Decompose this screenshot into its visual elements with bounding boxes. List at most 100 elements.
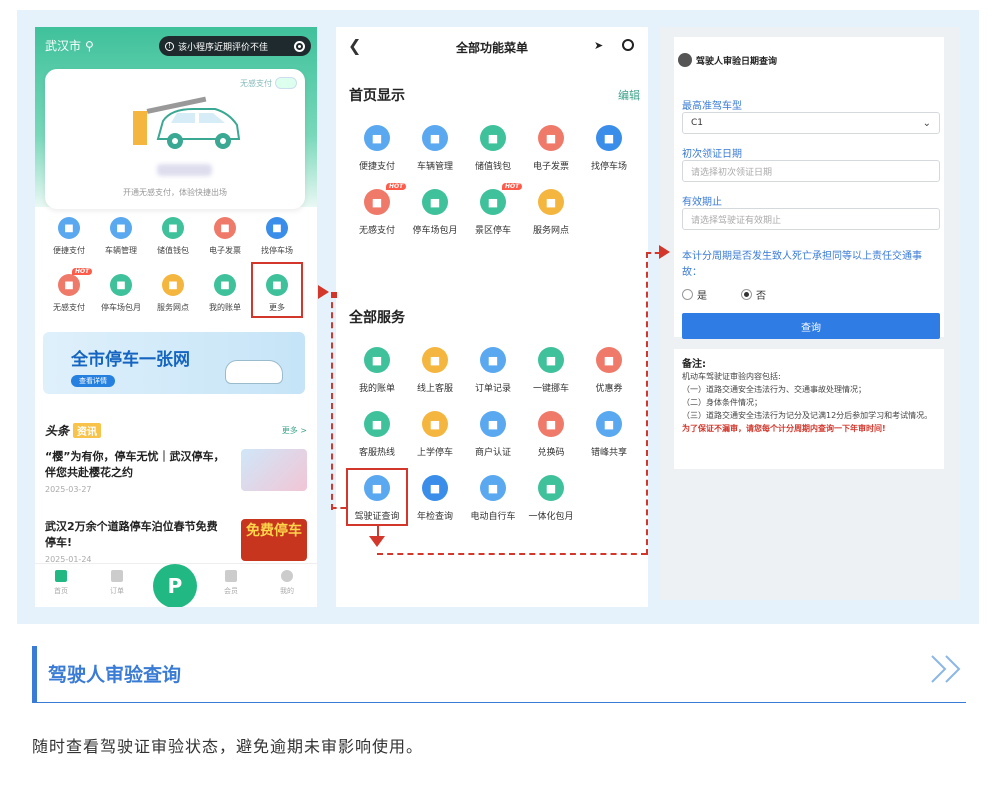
news-header: 头条 资讯 更多 > [45,422,307,439]
menu-item[interactable]: ■ 客服热线 [348,411,406,475]
car-icon: ■ [110,217,132,239]
radio-label: 是 [697,291,707,302]
select-value: C1 [691,118,704,128]
menu-item[interactable]: ■ 我的账单 [348,347,406,411]
plate-blur [157,164,212,176]
phone-icon: ■ [364,411,390,437]
arrow-right-icon [659,245,670,259]
tab-orders[interactable]: 订单 [97,570,137,596]
menu-item[interactable]: ■ HOT 无感支付 [43,268,95,313]
query-form: 驾驶人审验日期查询 最高准驾车型 C1 ⌄ 初次领证日期 请选择初次领证日期 有… [674,37,944,339]
nonsense-pay-toggle[interactable]: 无感支付 [240,77,297,89]
notice-text: 该小程序近期评价不佳 [178,42,269,53]
invoice-icon: ■ [538,125,564,151]
menu-item[interactable]: ■ 电子发票 [522,125,580,189]
bike-icon: ■ [480,475,506,501]
tab-label: 会员 [224,587,238,595]
parking-center-button[interactable]: P [153,564,197,607]
connector-line [377,553,647,555]
notes-line: （二）身体条件情况； [682,398,762,407]
news-title: 武汉2万余个道路停车泊位春节免费停车! [45,520,218,549]
hot-badge: HOT [502,183,523,190]
menu-item[interactable]: ■ 上学停车 [406,411,464,475]
menu-item[interactable]: ■ 订单记录 [464,347,522,411]
city-selector[interactable]: 武汉市 ⚲ [45,37,94,54]
menu-item[interactable]: ■ 车辆管理 [406,125,464,189]
first-date-field[interactable]: 请选择初次领证日期 [682,160,940,182]
menu-item-label: 兑换码 [537,448,565,458]
news-item[interactable]: “樱”为有你，停车无忧｜武汉停车，伴您共赴樱花之约 2025-03-27 [45,449,307,494]
menu-item[interactable]: ■ 停车场包月 [95,274,147,313]
radio-circle [682,289,693,300]
menu-item-label: 无感支付 [358,226,395,236]
tab-member[interactable]: 会员 [211,570,251,596]
tab-label: 首页 [54,587,68,595]
connector-line [331,507,346,509]
connector-line [377,526,379,538]
valid-date-field[interactable]: 请选择驾驶证有效期止 [682,208,940,230]
menu-item[interactable]: ■ HOT 景区停车 [464,183,523,253]
menu-item[interactable]: ■ 年检查询 [406,475,464,539]
menu-item[interactable]: ■ 商户认证 [464,411,522,475]
menu-item[interactable]: ■ HOT 无感支付 [348,183,407,253]
news-tag: 资讯 [73,423,102,438]
license-type-select[interactable]: C1 ⌄ [682,112,940,134]
menu-item-label: 年检查询 [416,512,453,522]
banner-button[interactable]: 查看详情 [71,375,115,387]
menu-item[interactable]: ■ 我的账单 [199,274,251,313]
menu-item[interactable]: ■ 优惠券 [580,347,638,411]
menu-item[interactable]: ■ 电子发票 [199,217,251,256]
tab-home[interactable]: 首页 [41,570,81,596]
radio-no[interactable]: 否 [741,287,766,302]
police-emblem-icon [678,53,692,67]
notes-title: 备注: [682,359,706,370]
record-icon[interactable] [294,40,305,52]
menu-item[interactable]: ■ 一体化包月 [522,475,580,539]
coupon-icon: ■ [596,347,622,373]
menu-item[interactable]: ■ 兑换码 [522,411,580,475]
news-more-link[interactable]: 更多 > [282,425,307,436]
menu-item[interactable]: ■ 服务网点 [522,189,580,253]
radio-label: 否 [756,291,766,302]
menu-item[interactable]: ■ 线上客服 [406,347,464,411]
car-card[interactable]: 无感支付 开通无感支付，体验快捷出场 [45,69,305,209]
tab-mine[interactable]: 我的 [267,570,307,596]
menu-item[interactable]: ■ 车辆管理 [95,217,147,256]
navigate-icon[interactable]: ➤ [594,39,603,52]
menu-item[interactable]: ■ 一键挪车 [522,347,580,411]
promo-banner[interactable]: 全市停车一张网 查看详情 [43,332,305,394]
package-icon: ■ [538,475,564,501]
parking-icon: ■ [596,125,622,151]
toggle-switch[interactable] [275,77,297,89]
code-icon: ■ [538,411,564,437]
thumbnail-text: 免费停车 [246,523,302,539]
home-icon [55,570,67,582]
radio-yes[interactable]: 是 [682,287,707,302]
record-icon[interactable] [622,39,634,51]
menu-item[interactable]: ■ 储值钱包 [464,125,522,189]
menu-item[interactable]: ■ 便捷支付 [43,217,95,256]
menu-item[interactable]: ■ 储值钱包 [147,217,199,256]
menu-item[interactable]: ■ 服务网点 [147,274,199,313]
city-label: 武汉市 [45,39,82,53]
news-item[interactable]: 武汉2万余个道路停车泊位春节免费停车! 2025-01-24 免费停车 [45,519,307,564]
license-type-label: 最高准驾车型 [682,101,742,112]
menu-item[interactable]: ■ 找停车场 [251,217,303,256]
rating-notice[interactable]: ! 该小程序近期评价不佳 [159,36,311,56]
menu-item-label: 找停车场 [261,246,293,255]
query-button[interactable]: 查询 [682,313,940,339]
banner-title: 全市停车一张网 [71,350,190,370]
menu-item-label: 一键挪车 [532,384,569,394]
banner-car-icon [225,360,283,384]
menu-item[interactable]: ■ 错峰共享 [580,411,638,475]
menu-item[interactable]: ■ 便捷支付 [348,125,406,189]
menu-item-label: 线上客服 [416,384,453,394]
menu-item-label: 一体化包月 [528,512,574,522]
edit-button[interactable]: 编辑 [618,87,640,103]
placeholder: 请选择初次领证日期 [691,167,773,178]
orders-icon [111,570,123,582]
menu-item[interactable]: ■ 找停车场 [580,125,638,189]
news-thumbnail [241,449,307,491]
menu-item[interactable]: ■ 电动自行车 [464,475,522,539]
menu-item[interactable]: ■ 停车场包月 [406,189,464,253]
